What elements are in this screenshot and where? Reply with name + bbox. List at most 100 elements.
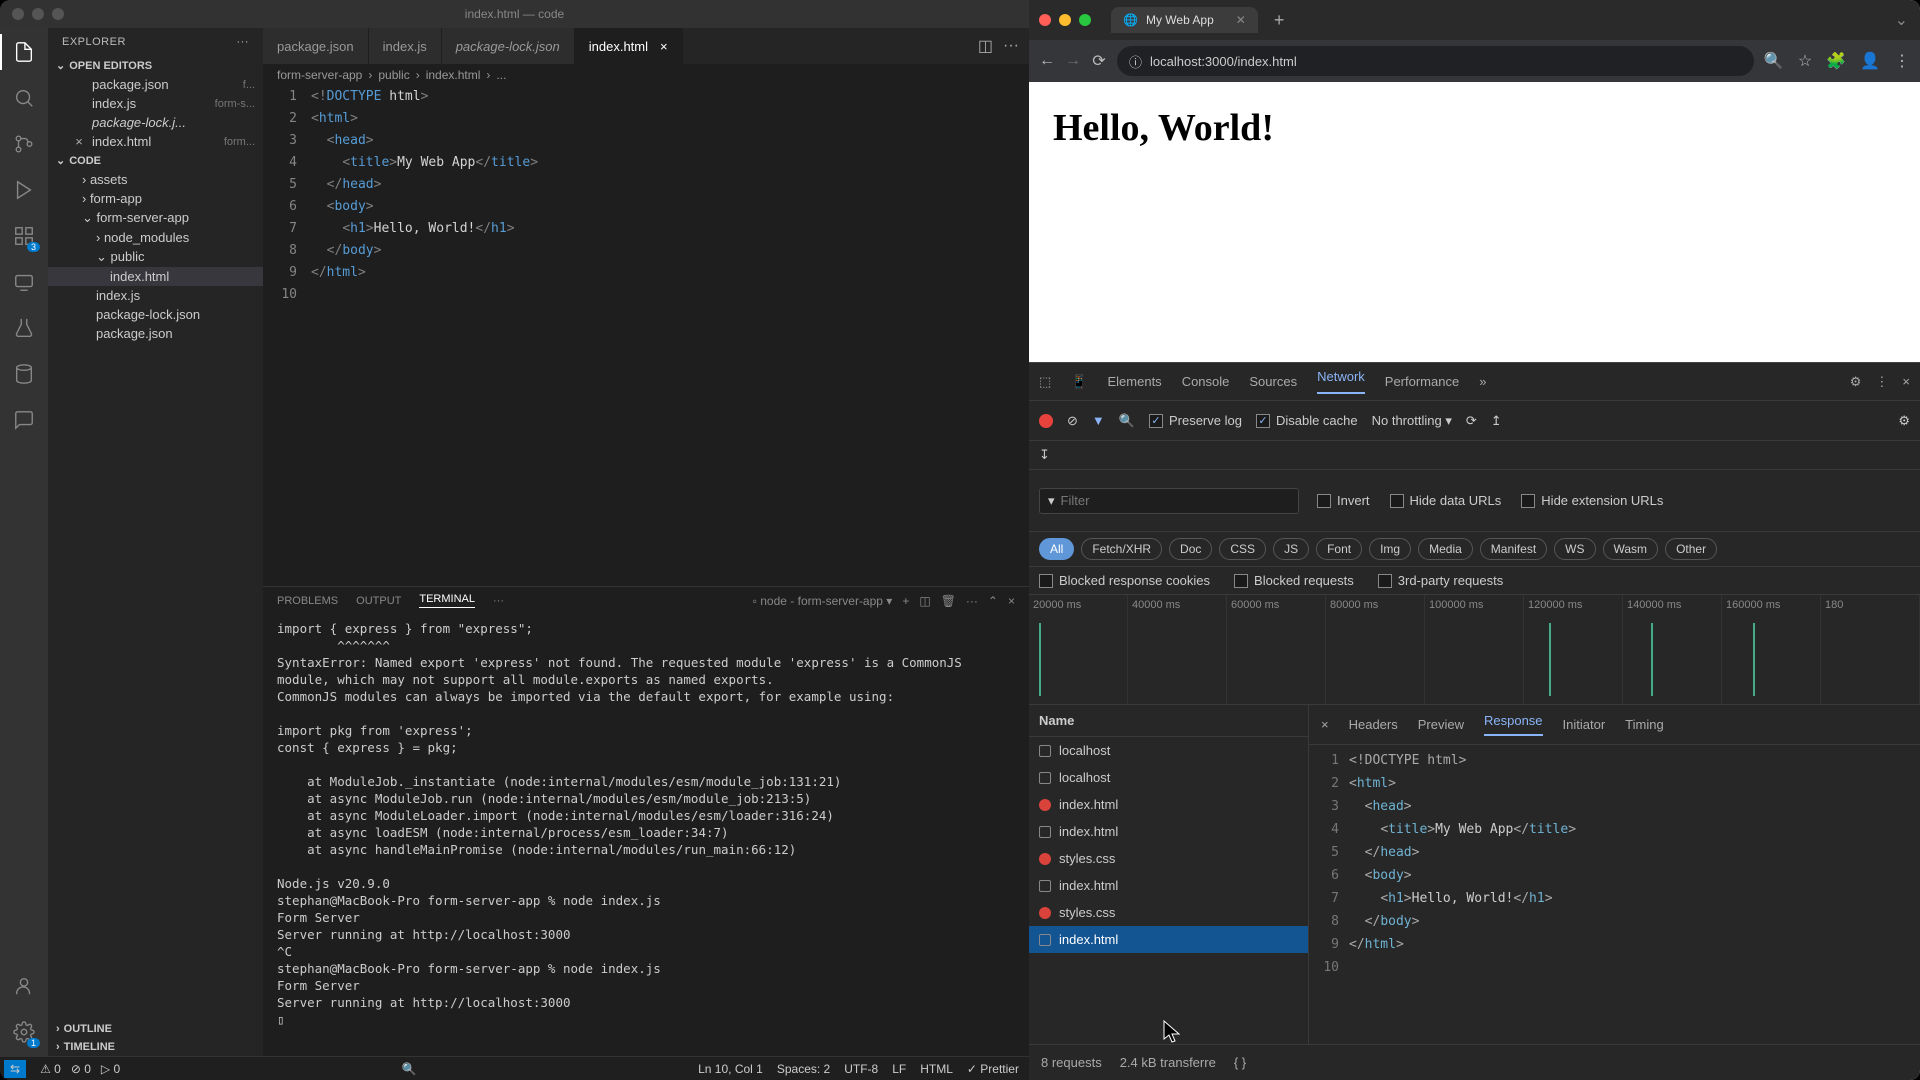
response-tab[interactable]: Initiator (1563, 717, 1606, 732)
remote-indicator[interactable]: ⇆ (4, 1060, 26, 1078)
close-icon[interactable]: × (1008, 594, 1015, 608)
tree-item[interactable]: ⌄ form-server-app (48, 208, 263, 228)
editor-tab[interactable]: index.html× (575, 28, 683, 64)
devtools-tab[interactable]: Console (1182, 374, 1230, 389)
task-select[interactable]: ▫ node - form-server-app ▾ (753, 594, 893, 608)
reload-button[interactable]: ⟳ (1091, 53, 1107, 69)
request-row[interactable]: styles.css (1029, 845, 1308, 872)
download-icon[interactable]: ↧ (1029, 441, 1920, 470)
zoom-icon[interactable]: 🔍 (402, 1062, 417, 1076)
throttling-select[interactable]: No throttling ▾ (1372, 413, 1452, 429)
search-icon[interactable] (10, 84, 38, 112)
window-traffic[interactable] (0, 8, 64, 20)
type-chip[interactable]: Manifest (1480, 538, 1547, 560)
forward-button[interactable]: → (1065, 53, 1081, 69)
more-icon[interactable]: ··· (966, 594, 978, 608)
upload-icon[interactable]: ↥ (1491, 413, 1502, 429)
close-icon[interactable]: × (1902, 374, 1910, 390)
timeline-section[interactable]: ›TIMELINE (48, 1038, 263, 1056)
devtools-tab[interactable]: Elements (1107, 374, 1161, 389)
panel-tab[interactable]: OUTPUT (356, 595, 401, 607)
devtools-tab[interactable]: Performance (1385, 374, 1459, 389)
tree-item[interactable]: ⌄ public (48, 247, 263, 267)
status-item[interactable]: Ln 10, Col 1 (698, 1062, 763, 1076)
status-item[interactable]: ⚠ 0 (40, 1062, 61, 1076)
inspect-icon[interactable]: ⬚ (1039, 374, 1051, 390)
bookmark-icon[interactable]: ☆ (1798, 51, 1812, 71)
timeline[interactable]: 20000 ms40000 ms60000 ms80000 ms100000 m… (1029, 595, 1920, 705)
disable-cache-checkbox[interactable]: Disable cache (1256, 413, 1358, 428)
device-icon[interactable]: 📱 (1071, 374, 1087, 390)
open-editor-item[interactable]: package.jsonf... (48, 75, 263, 94)
response-tab[interactable]: Response (1484, 713, 1543, 736)
devtools-tab[interactable]: Sources (1249, 374, 1297, 389)
type-chip[interactable]: Doc (1169, 538, 1212, 560)
record-button[interactable] (1039, 414, 1053, 428)
tree-item[interactable]: package-lock.json (48, 305, 263, 324)
filter-checkbox[interactable]: Hide data URLs (1390, 493, 1502, 508)
search-icon[interactable]: 🔍 (1119, 413, 1135, 429)
type-chip[interactable]: CSS (1219, 538, 1266, 560)
panel-tab[interactable]: PROBLEMS (277, 595, 338, 607)
extensions-icon[interactable]: 🧩 (1826, 51, 1846, 71)
type-chip[interactable]: Img (1369, 538, 1411, 560)
status-item[interactable]: UTF-8 (844, 1062, 878, 1076)
gear-icon[interactable]: ⚙ (1850, 374, 1862, 390)
filter-checkbox[interactable]: Hide extension URLs (1521, 493, 1663, 508)
status-item[interactable]: HTML (920, 1062, 953, 1076)
type-chip[interactable]: Other (1665, 538, 1717, 560)
block-checkbox[interactable]: Blocked requests (1234, 573, 1354, 588)
gear-icon[interactable]: 1 (10, 1018, 38, 1046)
block-checkbox[interactable]: 3rd-party requests (1378, 573, 1504, 588)
response-tab[interactable]: Preview (1418, 717, 1464, 732)
clear-button[interactable]: ⊘ (1067, 413, 1078, 429)
tree-item[interactable]: index.js (48, 286, 263, 305)
explorer-icon[interactable] (10, 38, 38, 66)
status-item[interactable]: ⊘ 0 (71, 1062, 91, 1076)
request-row[interactable]: localhost (1029, 764, 1308, 791)
status-item[interactable]: Spaces: 2 (777, 1062, 830, 1076)
editor-tab[interactable]: package.json (263, 28, 369, 64)
name-column-header[interactable]: Name (1029, 705, 1308, 737)
request-row[interactable]: index.html (1029, 791, 1308, 818)
new-tab-button[interactable]: + (1274, 10, 1285, 31)
block-checkbox[interactable]: Blocked response cookies (1039, 573, 1210, 588)
breadcrumb[interactable]: form-server-app›public›index.html›... (263, 64, 1029, 86)
filter-icon[interactable]: ▼ (1092, 413, 1105, 428)
gear-icon[interactable]: ⚙ (1898, 413, 1910, 429)
tree-item[interactable]: index.html (48, 267, 263, 286)
open-editor-item[interactable]: index.jsform-s... (48, 94, 263, 113)
tree-item[interactable]: › node_modules (48, 228, 263, 247)
editor-tab[interactable]: package-lock.json (442, 28, 575, 64)
back-button[interactable]: ← (1039, 53, 1055, 69)
remote-icon[interactable] (10, 268, 38, 296)
chat-icon[interactable] (10, 406, 38, 434)
panel-tab[interactable]: TERMINAL (419, 593, 475, 608)
response-tab[interactable]: Timing (1625, 717, 1664, 732)
profile-icon[interactable]: 👤 (1860, 51, 1880, 71)
db-icon[interactable] (10, 360, 38, 388)
trash-icon[interactable]: 🗑 (941, 594, 956, 608)
more-icon[interactable]: ⋮ (1875, 374, 1888, 390)
open-editor-item[interactable]: ×index.htmlform... (48, 132, 263, 151)
close-icon[interactable]: ✕ (1236, 13, 1246, 27)
window-traffic[interactable] (1039, 14, 1091, 26)
filter-input[interactable]: ▾Filter (1039, 488, 1299, 514)
account-icon[interactable] (10, 972, 38, 1000)
more-icon[interactable]: ··· (237, 36, 250, 48)
filter-checkbox[interactable]: Invert (1317, 493, 1370, 508)
type-chip[interactable]: Font (1316, 538, 1362, 560)
preserve-log-checkbox[interactable]: Preserve log (1149, 413, 1242, 428)
tree-item[interactable]: package.json (48, 324, 263, 343)
browser-tab[interactable]: 🌐 My Web App ✕ (1111, 7, 1258, 33)
editor[interactable]: 12345678910 <!DOCTYPE html><html> <head>… (263, 86, 1029, 586)
source-control-icon[interactable] (10, 130, 38, 158)
more-tabs-icon[interactable]: » (1479, 374, 1486, 389)
code-section[interactable]: ⌄CODE (48, 151, 263, 170)
editor-tab[interactable]: index.js (369, 28, 442, 64)
run-debug-icon[interactable] (10, 176, 38, 204)
type-chip[interactable]: WS (1554, 538, 1595, 560)
test-icon[interactable] (10, 314, 38, 342)
menu-icon[interactable]: ⋮ (1894, 51, 1910, 71)
split-editor-icon[interactable]: ◫ (978, 36, 993, 56)
